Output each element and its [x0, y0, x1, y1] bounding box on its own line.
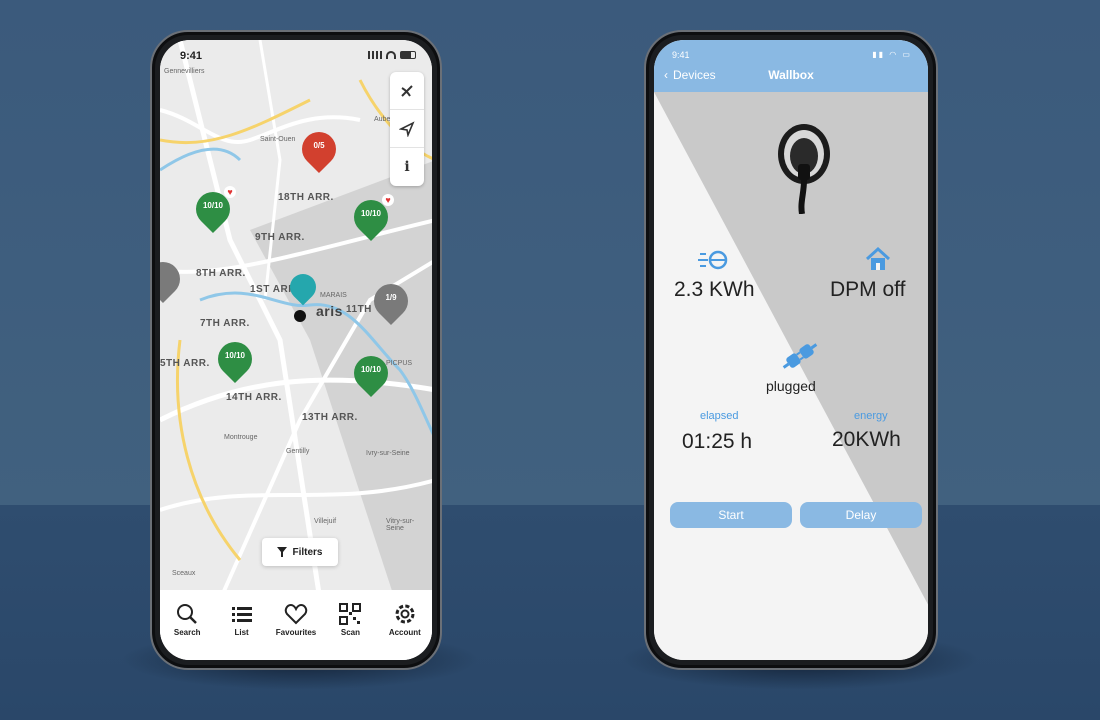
district-label: 5TH ARR.	[160, 358, 210, 369]
signal-icon	[368, 51, 382, 59]
pin-availability: 1/9	[385, 293, 397, 302]
place-label: MARAIS	[320, 292, 347, 299]
map-view[interactable]: 9:41 i 18TH ARR. 9TH ARR. 8TH ARR. 1ST A…	[160, 40, 432, 660]
charger-pin[interactable]: 10/10 ♥	[346, 192, 396, 244]
home-icon	[864, 246, 892, 278]
place-label: Gentilly	[286, 448, 310, 455]
pin-availability: 10/10	[360, 365, 382, 374]
map-screen: 9:41 i 18TH ARR. 9TH ARR. 8TH ARR. 1ST A…	[160, 40, 432, 660]
place-label: Vitry-sur-Seine	[386, 518, 415, 532]
status-time: 9:41	[180, 50, 203, 62]
tab-label: Favourites	[275, 628, 317, 637]
favourite-heart-icon: ♥	[382, 194, 394, 206]
dpm-status: DPM off	[830, 278, 906, 301]
energy-value: 2.3 KWh	[674, 278, 755, 301]
page-title: Wallbox	[768, 68, 814, 82]
district-label: 8TH ARR.	[196, 268, 246, 279]
favourite-heart-icon: ♥	[224, 186, 236, 198]
locate-button[interactable]	[390, 110, 424, 148]
energy-plug-icon	[696, 248, 730, 278]
satellite-icon	[401, 84, 413, 97]
navigation-arrow-icon	[399, 120, 415, 137]
user-location-dot	[294, 310, 306, 322]
layers-button[interactable]	[390, 72, 424, 110]
place-label: Ivry-sur-Seine	[366, 450, 410, 457]
heart-icon	[284, 603, 308, 625]
tab-scan[interactable]: Scan	[323, 602, 377, 660]
charger-pin[interactable]: 0/5	[294, 124, 344, 176]
wallbox-screen: 9:41 ▮▮ ◠ ▭ ‹ Devices Wallbox 2.3 KWh DP…	[654, 40, 928, 660]
tab-favourites[interactable]: Favourites	[269, 602, 323, 660]
place-label: Sceaux	[172, 570, 196, 577]
bottom-tab-bar: Search List Favourites Scan Account	[160, 590, 432, 660]
energy-caption: energy	[854, 410, 888, 422]
map-phone: 9:41 i 18TH ARR. 9TH ARR. 8TH ARR. 1ST A…	[150, 30, 442, 670]
pin-availability: 10/10	[202, 201, 224, 210]
pin-marker	[284, 268, 322, 306]
charger-pin[interactable]	[160, 254, 188, 306]
current-location-pin[interactable]	[284, 268, 322, 308]
tab-label: List	[234, 628, 249, 637]
place-label: Montrouge	[224, 434, 258, 441]
district-label: 14TH ARR.	[226, 392, 282, 403]
charger-pin[interactable]: 10/10 ♥	[188, 184, 238, 236]
search-icon	[177, 604, 198, 624]
map-controls: i	[390, 72, 424, 186]
tab-search[interactable]: Search	[160, 602, 214, 660]
tab-label: Search	[173, 628, 201, 637]
district-label: 18TH ARR.	[278, 192, 334, 203]
charger-pin[interactable]: 10/10	[210, 334, 260, 386]
district-label: 7TH ARR.	[200, 318, 250, 329]
delay-button[interactable]: Delay	[800, 502, 922, 528]
qr-icon	[339, 603, 362, 625]
place-label: Saint-Ouen	[260, 136, 296, 143]
status-time: 9:41	[672, 50, 690, 60]
wallbox-panel: 2.3 KWh DPM off plugged elapsed 01:25 h …	[654, 92, 928, 660]
filter-funnel-icon	[277, 547, 288, 557]
filters-button[interactable]: Filters	[262, 538, 338, 566]
start-button[interactable]: Start	[670, 502, 792, 528]
pin-availability: 0/5	[313, 141, 325, 150]
place-label: Villejuif	[314, 518, 337, 525]
navigation-bar: 9:41 ▮▮ ◠ ▭ ‹ Devices Wallbox	[654, 40, 928, 92]
tab-label: Account	[388, 628, 421, 637]
district-label: 9TH ARR.	[255, 232, 305, 243]
battery-icon	[400, 51, 416, 59]
charger-pin[interactable]: 10/10	[346, 348, 396, 400]
place-label: Gennevilliers	[164, 68, 205, 75]
district-label: 13TH ARR.	[302, 412, 358, 423]
energy-total: 20KWh	[832, 428, 901, 451]
district-label: 11TH	[346, 304, 372, 315]
status-icons: ▮▮ ◠ ▭	[872, 50, 912, 59]
tab-label: Scan	[340, 628, 360, 637]
info-icon: i	[404, 159, 410, 175]
status-icons	[368, 51, 416, 59]
gear-icon	[395, 604, 415, 624]
wifi-icon	[386, 51, 396, 59]
place-label: PICPUS	[386, 360, 413, 367]
pin-availability: 10/10	[360, 209, 382, 218]
tab-list[interactable]: List	[214, 602, 268, 660]
elapsed-value: 01:25 h	[682, 430, 753, 453]
place-label: aris	[316, 303, 343, 319]
info-button[interactable]: i	[390, 148, 424, 186]
plug-connected-icon	[780, 338, 820, 380]
elapsed-caption: elapsed	[700, 410, 739, 422]
plug-status: plugged	[766, 378, 816, 394]
wallbox-phone: 9:41 ▮▮ ◠ ▭ ‹ Devices Wallbox 2.3 KWh DP…	[644, 30, 938, 670]
tab-account[interactable]: Account	[378, 602, 432, 660]
charger-pin[interactable]: 1/9	[366, 276, 416, 328]
pin-availability: 10/10	[224, 351, 246, 360]
list-icon	[231, 607, 252, 622]
filters-label: Filters	[292, 546, 323, 558]
wallbox-charger-image	[778, 124, 830, 214]
